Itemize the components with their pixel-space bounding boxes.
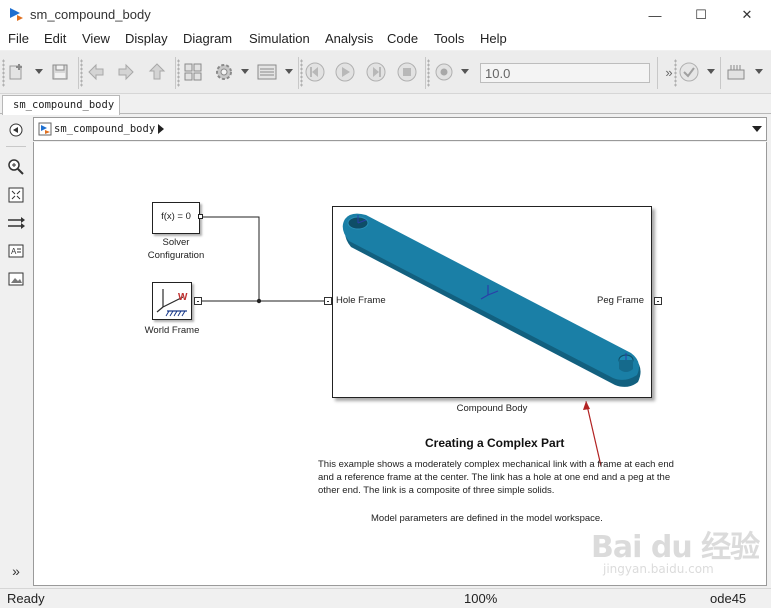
- stop-time-input[interactable]: [480, 63, 650, 83]
- step-forward-icon[interactable]: [365, 61, 387, 83]
- stop-icon[interactable]: [396, 61, 418, 83]
- solver-block-text: f(x) = 0: [161, 211, 191, 222]
- toolbar-grip: [2, 59, 5, 87]
- toolbar-separator: [298, 57, 299, 89]
- status-text: Ready: [7, 591, 45, 606]
- menu-help[interactable]: Help: [480, 31, 507, 46]
- record-dropdown-icon[interactable]: [461, 69, 469, 74]
- toolbar-separator: [175, 57, 176, 89]
- image-icon[interactable]: [7, 270, 25, 288]
- solver-port[interactable]: [198, 214, 203, 219]
- baidu-watermark: Bai du 经验 jingyan.baidu.com: [591, 522, 761, 582]
- toolbar-separator: [78, 57, 79, 89]
- build-dropdown-icon[interactable]: [755, 69, 763, 74]
- annotation-line-3: other end. The link is a composite of th…: [318, 485, 555, 496]
- new-model-icon[interactable]: [6, 61, 28, 83]
- hole-frame-port[interactable]: [324, 297, 332, 305]
- menu-code[interactable]: Code: [387, 31, 418, 46]
- world-frame-label: World Frame: [144, 325, 200, 336]
- menu-tools[interactable]: Tools: [434, 31, 464, 46]
- record-icon[interactable]: [433, 61, 455, 83]
- zoom-level: 100%: [464, 591, 498, 606]
- model-icon: [38, 122, 52, 136]
- palette-separator: [6, 146, 26, 147]
- model-canvas[interactable]: f(x) = 0 Solver Configuration W World Fr…: [33, 142, 767, 586]
- solver-name[interactable]: ode45: [710, 591, 746, 606]
- solver-label-line1: Solver: [162, 237, 190, 248]
- back-arrow-icon[interactable]: [85, 61, 107, 83]
- step-back-icon[interactable]: [304, 61, 326, 83]
- maximize-icon: ☐: [695, 7, 707, 22]
- annotation-icon[interactable]: A: [7, 242, 25, 260]
- window-title: sm_compound_body: [30, 7, 151, 22]
- close-icon: ✕: [741, 7, 753, 22]
- build-icon[interactable]: [725, 61, 747, 83]
- connection-arrows-icon[interactable]: [7, 214, 25, 232]
- address-dropdown-icon[interactable]: [752, 126, 762, 132]
- address-bar: sm_compound_body: [33, 117, 767, 141]
- world-frame-port[interactable]: [194, 297, 202, 305]
- minimize-button[interactable]: —: [632, 0, 678, 30]
- world-frame-block[interactable]: W: [152, 282, 192, 320]
- forward-arrow-icon[interactable]: [115, 61, 137, 83]
- toolbar-grip: [80, 59, 83, 87]
- compound-body-label: Compound Body: [456, 403, 528, 414]
- check-icon[interactable]: [678, 61, 700, 83]
- annotation-params: Model parameters are defined in the mode…: [371, 513, 603, 524]
- model-explorer-dropdown-icon[interactable]: [285, 69, 293, 74]
- tab-sm-compound-body[interactable]: sm_compound_body: [2, 95, 120, 115]
- close-button[interactable]: ✕: [724, 0, 770, 30]
- toolbar-separator: [425, 57, 426, 89]
- library-browser-icon[interactable]: [182, 61, 204, 83]
- save-icon[interactable]: [49, 61, 71, 83]
- check-dropdown-icon[interactable]: [707, 69, 715, 74]
- watermark-logo: Bai du 经验: [591, 530, 760, 565]
- toolbar-separator: [720, 57, 721, 89]
- menu-analysis[interactable]: Analysis: [325, 31, 373, 46]
- zoom-in-icon[interactable]: [7, 158, 25, 176]
- fit-to-view-icon[interactable]: [7, 186, 25, 204]
- simulink-app-icon: [8, 6, 24, 22]
- world-icon-letter: W: [178, 292, 188, 303]
- menu-edit[interactable]: Edit: [44, 31, 66, 46]
- annotation-heading: Creating a Complex Part: [425, 436, 565, 450]
- annotation-line-1: This example shows a moderately complex …: [318, 459, 674, 470]
- up-arrow-icon[interactable]: [146, 61, 168, 83]
- hide-browser-icon[interactable]: [7, 121, 25, 139]
- status-bar: Ready 100% ode45: [0, 588, 771, 608]
- solver-configuration-block[interactable]: f(x) = 0: [152, 202, 200, 234]
- annotation-line-2: and a reference frame at the center. The…: [318, 472, 671, 483]
- gear-dropdown-icon[interactable]: [241, 69, 249, 74]
- watermark-url: jingyan.baidu.com: [603, 562, 714, 576]
- toolbar-grip: [674, 59, 677, 87]
- model-tab-strip: sm_compound_body: [0, 94, 771, 115]
- toolbar-grip: [177, 59, 180, 87]
- svg-text:A: A: [11, 247, 17, 256]
- toolbar-grip: [300, 59, 303, 87]
- new-model-dropdown-icon[interactable]: [35, 69, 43, 74]
- menu-simulation[interactable]: Simulation: [249, 31, 310, 46]
- model-explorer-icon[interactable]: [256, 61, 278, 83]
- peg-frame-label: Peg Frame: [597, 295, 644, 306]
- menu-bar: File Edit View Display Diagram Simulatio…: [0, 30, 771, 50]
- breadcrumb-arrow-icon[interactable]: [158, 124, 164, 134]
- hole-frame-label: Hole Frame: [336, 295, 386, 306]
- maximize-button[interactable]: ☐: [678, 0, 724, 30]
- solver-label-line2: Configuration: [147, 250, 205, 261]
- expand-palette-icon[interactable]: »: [7, 562, 25, 580]
- minimize-icon: —: [648, 7, 662, 23]
- run-icon[interactable]: [334, 61, 356, 83]
- menu-diagram[interactable]: Diagram: [183, 31, 232, 46]
- peg-frame-port[interactable]: [654, 297, 662, 305]
- menu-file[interactable]: File: [8, 31, 29, 46]
- toolbar: »: [0, 51, 771, 94]
- title-bar: sm_compound_body — ☐ ✕: [0, 0, 771, 30]
- menu-display[interactable]: Display: [125, 31, 168, 46]
- breadcrumb[interactable]: sm_compound_body: [54, 123, 155, 135]
- gear-icon[interactable]: [213, 61, 235, 83]
- menu-view[interactable]: View: [82, 31, 110, 46]
- toolbar-grip: [427, 59, 430, 87]
- left-palette: A »: [0, 115, 32, 587]
